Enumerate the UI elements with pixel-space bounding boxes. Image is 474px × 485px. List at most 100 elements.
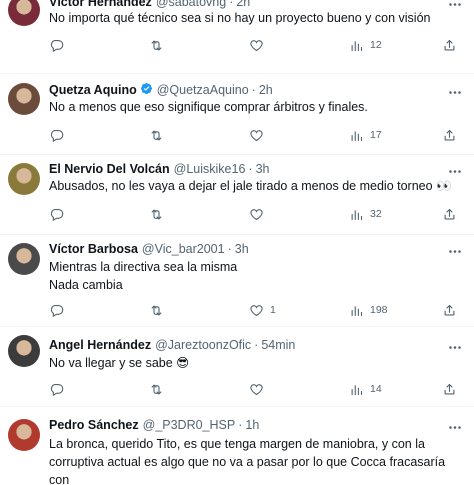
like-icon [249,382,264,397]
like-button[interactable] [249,381,270,397]
like-button[interactable] [249,206,270,222]
reply-button[interactable] [49,302,70,318]
tweet-text: No importa qué técnico sea si no hay un … [49,9,461,27]
views-icon [349,382,364,397]
author-handle[interactable]: @sabatovhg [156,0,226,9]
tweet[interactable]: Víctor Hernández @sabatovhg · 2h No importa … [0,0,474,74]
tweet-header: Angel Hernández @JareztoonzOfic · 54min [49,337,295,353]
retweet-icon [149,303,164,318]
tweet-header: Víctor Barbosa @Vic_bar2001 · 3h [49,241,249,257]
author-handle[interactable]: @QuetzaAquino [157,83,249,97]
reply-icon [49,128,64,143]
share-button[interactable] [442,206,457,222]
share-icon [442,303,457,318]
more-icon[interactable] [446,339,464,353]
tweet[interactable]: Quetza Aquino @QuetzaAquino · 2h No a menos … [0,74,474,155]
reply-button[interactable] [49,37,70,53]
like-button[interactable]: 1 [249,302,276,318]
more-icon[interactable] [446,163,464,177]
timestamp[interactable]: 1h [245,418,259,432]
timestamp[interactable]: 2h [259,83,273,97]
retweet-button[interactable] [149,302,170,318]
tweet-text-line: Mientras la directiva sea la misma [49,260,238,274]
tweet-text: La bronca, querido Tito, es que tenga ma… [49,435,461,485]
retweet-icon [149,38,164,53]
retweet-button[interactable] [149,381,170,397]
views-icon [349,303,364,318]
like-icon [249,303,264,318]
share-icon [442,128,457,143]
timestamp[interactable]: 3h [256,162,270,176]
views-button[interactable]: 12 [349,37,382,53]
views-icon [349,38,364,53]
tweet[interactable]: Pedro Sánchez @_P3DR0_HSP · 1h La bronca, qu… [0,407,474,485]
retweet-icon [149,382,164,397]
tweet-header: Pedro Sánchez @_P3DR0_HSP · 1h [49,417,259,433]
reply-button[interactable] [49,381,70,397]
views-button[interactable]: 198 [349,302,388,318]
reply-button[interactable] [49,206,70,222]
timestamp[interactable]: 2h [236,0,250,9]
tweet[interactable]: Angel Hernández @JareztoonzOfic · 54min No v… [0,327,474,407]
avatar[interactable] [8,163,40,195]
share-button[interactable] [442,127,457,143]
like-icon [249,38,264,53]
count: 32 [370,208,382,220]
tweet-text: No a menos que eso signifique comprar ár… [49,98,461,116]
author-handle[interactable]: @Vic_bar2001 [142,242,225,256]
avatar[interactable] [8,335,40,367]
timestamp[interactable]: 54min [261,338,295,352]
share-button[interactable] [442,381,457,397]
retweet-icon [149,128,164,143]
tweet[interactable]: Víctor Barbosa @Vic_bar2001 · 3h Mientras la… [0,235,474,327]
views-button[interactable]: 14 [349,381,382,397]
author-handle[interactable]: @_P3DR0_HSP [143,418,236,432]
more-icon[interactable] [446,243,464,257]
tweet-text-line: Nada cambia [49,278,123,292]
tweet-actions: 32 [49,206,457,222]
author-name[interactable]: Quetza Aquino [49,83,137,97]
views-icon [349,128,364,143]
views-button[interactable]: 32 [349,206,382,222]
author-handle[interactable]: @JareztoonzOfic [155,338,251,352]
separator: · [248,162,253,176]
timestamp[interactable]: 3h [235,242,249,256]
retweet-button[interactable] [149,127,170,143]
tweet-actions: 1 198 [49,302,457,318]
author-name[interactable]: El Nervio Del Volcán [49,162,170,176]
avatar[interactable] [8,83,40,115]
reply-icon [49,382,64,397]
reply-icon [49,303,64,318]
reply-button[interactable] [49,127,70,143]
separator: · [251,83,256,97]
author-name[interactable]: Víctor Barbosa [49,242,138,256]
more-icon[interactable] [446,419,464,433]
avatar[interactable] [8,0,40,26]
like-button[interactable] [249,127,270,143]
share-button[interactable] [442,302,457,318]
author-name[interactable]: Víctor Hernández [49,0,152,9]
tweet-text-line: Abusados, no les vaya a dejar el jale ti… [49,179,452,193]
share-icon [442,38,457,53]
avatar[interactable] [8,419,40,451]
reply-icon [49,207,64,222]
retweet-button[interactable] [149,206,170,222]
share-button[interactable] [442,37,457,53]
author-name[interactable]: Pedro Sánchez [49,418,139,432]
tweet-actions: 14 [49,381,457,397]
like-icon [249,207,264,222]
more-icon[interactable] [446,84,464,98]
count: 14 [370,383,382,395]
tweet-text-line: No importa qué técnico sea si no hay un … [49,11,431,25]
tweet-header: El Nervio Del Volcán @Luiskike16 · 3h [49,161,270,177]
verified-badge-icon [140,82,153,98]
avatar[interactable] [8,243,40,275]
author-handle[interactable]: @Luiskike16 [174,162,246,176]
count: 198 [370,304,388,316]
tweet-text: No va llegar y se sabe 😎 [49,354,461,372]
author-name[interactable]: Angel Hernández [49,338,151,352]
views-button[interactable]: 17 [349,127,382,143]
like-button[interactable] [249,37,270,53]
retweet-button[interactable] [149,37,170,53]
tweet[interactable]: El Nervio Del Volcán @Luiskike16 · 3h Abusad… [0,155,474,235]
